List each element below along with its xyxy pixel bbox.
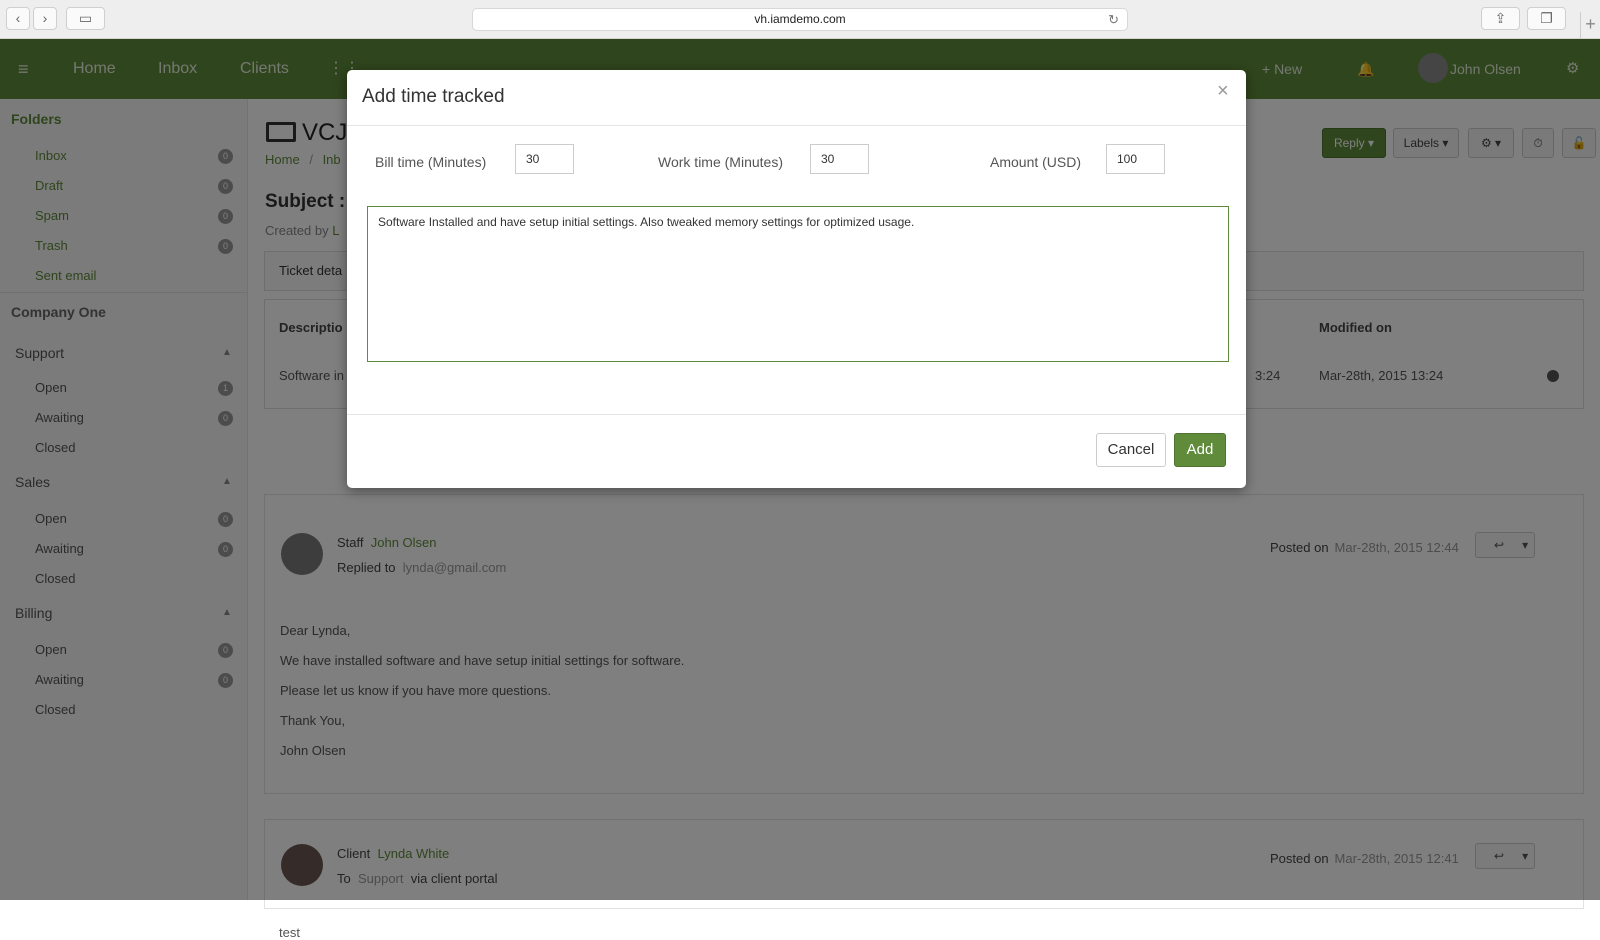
- description-textarea[interactable]: Software Installed and have setup initia…: [367, 206, 1229, 362]
- amount-label: Amount (USD): [990, 154, 1082, 170]
- add-button[interactable]: Add: [1174, 433, 1226, 467]
- new-tab-icon[interactable]: +: [1580, 12, 1600, 39]
- amount-input[interactable]: [1106, 144, 1165, 174]
- bill-time-input[interactable]: [515, 144, 574, 174]
- sidebar-toggle-icon[interactable]: ▭: [66, 7, 105, 30]
- back-icon[interactable]: ‹: [6, 7, 30, 30]
- reload-icon[interactable]: ↻: [1108, 9, 1119, 30]
- divider: [347, 125, 1246, 126]
- work-time-input[interactable]: [810, 144, 869, 174]
- url-text: vh.iamdemo.com: [754, 12, 846, 26]
- work-time-label: Work time (Minutes): [658, 154, 783, 170]
- cancel-button[interactable]: Cancel: [1096, 433, 1166, 467]
- post-body-line: test: [279, 925, 300, 940]
- forward-icon[interactable]: ›: [33, 7, 57, 30]
- divider: [347, 414, 1246, 415]
- bill-time-label: Bill time (Minutes): [375, 154, 487, 170]
- tabs-overview-icon[interactable]: ❐: [1527, 7, 1566, 30]
- browser-toolbar: ‹ › ▭ vh.iamdemo.com ↻ ⇪ ❐ +: [0, 0, 1600, 39]
- dialog-title: Add time tracked: [362, 86, 505, 107]
- add-time-tracked-dialog: Add time tracked × Bill time (Minutes) W…: [347, 70, 1246, 488]
- close-icon[interactable]: ×: [1217, 80, 1229, 103]
- address-bar[interactable]: vh.iamdemo.com ↻: [472, 8, 1128, 31]
- share-icon[interactable]: ⇪: [1481, 7, 1520, 30]
